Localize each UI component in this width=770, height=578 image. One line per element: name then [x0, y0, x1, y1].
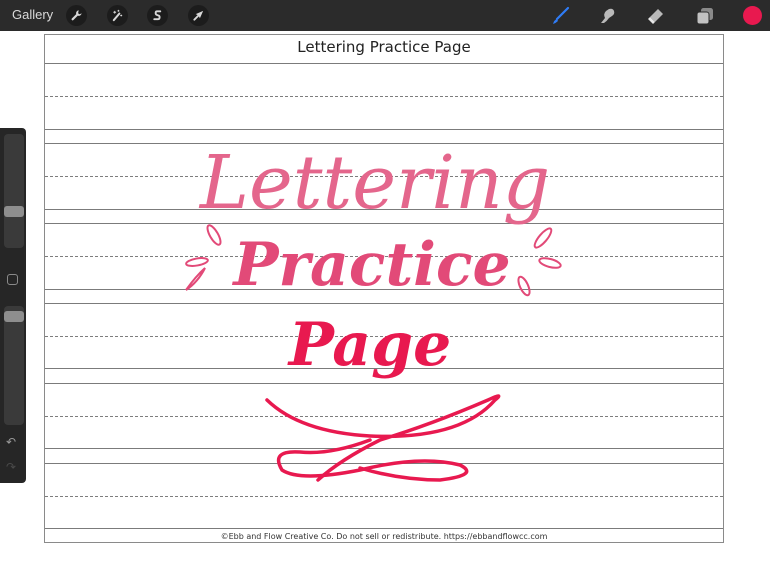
guide-line [45, 209, 723, 210]
guide-line [45, 368, 723, 369]
opacity-slider[interactable] [4, 306, 24, 425]
brush-icon [553, 6, 570, 24]
undo-button[interactable]: ↶ [6, 435, 16, 449]
wrench-icon [71, 10, 82, 21]
midline-dash [45, 416, 723, 417]
guide-line [45, 383, 723, 384]
page-title: Lettering Practice Page [297, 38, 471, 56]
guide-line [45, 143, 723, 144]
selection-s-icon [153, 10, 162, 21]
smudge-icon [601, 8, 615, 23]
arrow-cursor-icon [193, 10, 204, 21]
transform-button[interactable] [188, 5, 209, 26]
guide-line [45, 289, 723, 290]
guide-line [45, 463, 723, 464]
smudge-tool-button[interactable] [596, 5, 618, 27]
midline-dash [45, 336, 723, 337]
brush-tool-button[interactable] [549, 5, 571, 27]
layers-button[interactable] [694, 5, 716, 27]
guide-line [45, 303, 723, 304]
undo-icon: ↶ [6, 435, 17, 449]
copyright-footer: ©Ebb and Flow Creative Co. Do not sell o… [220, 532, 548, 541]
midline-dash [45, 496, 723, 497]
redo-button[interactable]: ↷ [6, 460, 16, 474]
left-sidebar: ↶ ↷ [0, 128, 26, 483]
eraser-tool-button[interactable] [645, 5, 667, 27]
opacity-thumb[interactable] [4, 311, 24, 322]
redo-icon: ↷ [6, 460, 17, 474]
brush-size-thumb[interactable] [4, 206, 24, 217]
guide-line [45, 223, 723, 224]
brush-size-slider[interactable] [4, 134, 24, 248]
guide-line [45, 129, 723, 130]
adjustments-button[interactable] [107, 5, 128, 26]
eraser-icon [648, 9, 663, 24]
modify-button[interactable] [7, 274, 18, 285]
magic-wand-icon [112, 9, 123, 22]
gallery-button[interactable]: Gallery [12, 7, 53, 22]
selection-button[interactable] [147, 5, 168, 26]
midline-dash [45, 256, 723, 257]
midline-dash [45, 96, 723, 97]
layers-icon [696, 8, 713, 25]
guide-line [45, 448, 723, 449]
actions-button[interactable] [66, 5, 87, 26]
guide-line [45, 63, 723, 64]
color-picker-button[interactable] [743, 6, 762, 25]
midline-dash [45, 176, 723, 177]
top-toolbar: Gallery [0, 0, 770, 31]
canvas-page[interactable]: Lettering Practice Page ©Ebb and Flow Cr… [44, 34, 724, 543]
guide-line [45, 528, 723, 529]
